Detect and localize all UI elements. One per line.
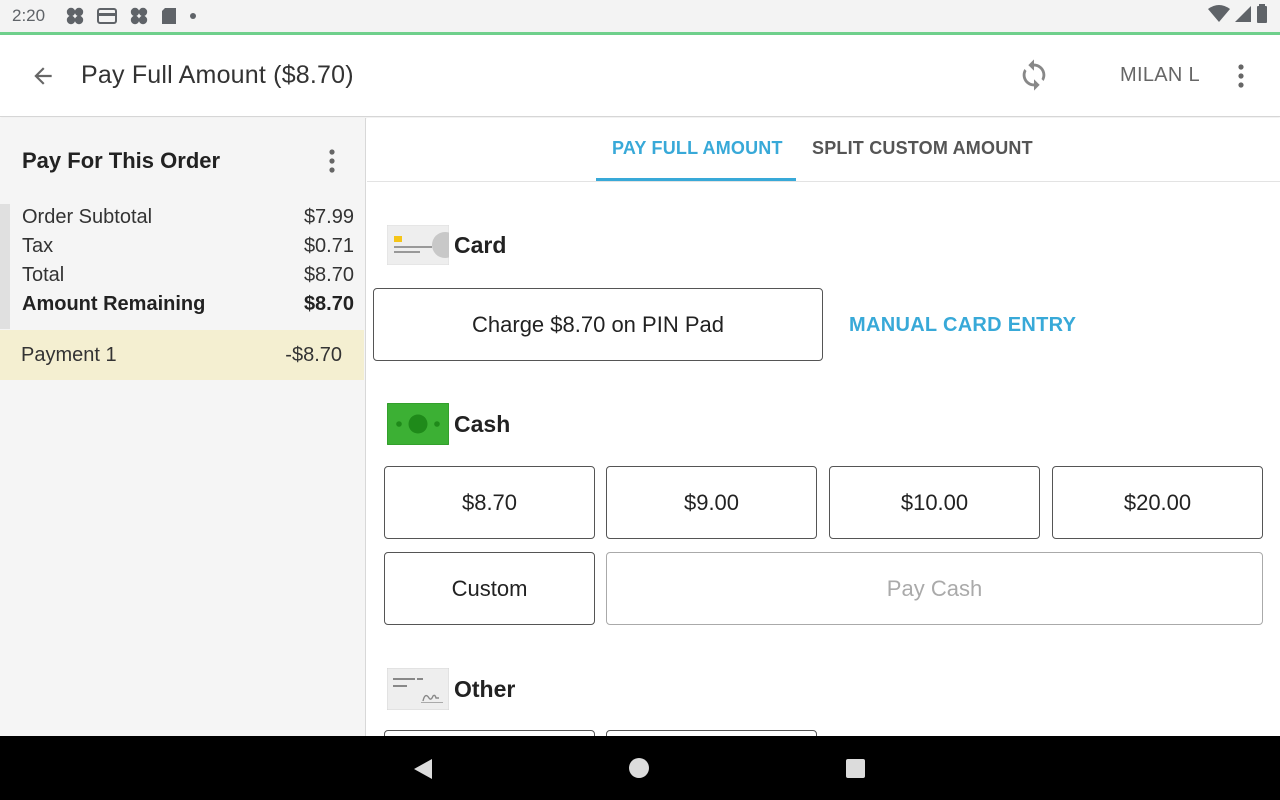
cash-section-header: Cash [387,403,510,445]
payment-methods-panel: PAY FULL AMOUNT SPLIT CUSTOM AMOUNT Card… [367,118,1280,736]
card-icon [97,8,118,24]
check-signature-icon [387,668,449,710]
status-bar: 2:20 [0,0,1280,32]
signal-icon [1234,5,1252,28]
back-arrow-icon[interactable] [24,57,62,95]
cash-amount-button[interactable]: $8.70 [384,466,595,539]
summary-row-remaining: Amount Remaining $8.70 [22,293,354,316]
nav-recents-icon[interactable] [846,759,865,778]
order-summary: Order Subtotal $7.99 Tax $0.71 Total $8.… [0,204,364,329]
cash-amount-button[interactable]: $9.00 [606,466,817,539]
payment-label: Payment 1 [21,343,117,366]
summary-label: Amount Remaining [22,293,206,315]
page-title: Pay Full Amount ($8.70) [81,61,354,89]
summary-row-tax: Tax $0.71 [22,235,354,258]
system-nav-bar [0,736,1280,800]
cash-amount-button[interactable]: $20.00 [1052,466,1263,539]
summary-value: $8.70 [303,293,354,315]
order-summary-panel: Pay For This Order Order Subtotal $7.99 … [0,118,366,736]
other-section-title: Other [454,675,516,702]
summary-row-total: Total $8.70 [22,264,354,287]
other-section-header: Other [387,668,515,710]
tab-pay-full-amount[interactable]: PAY FULL AMOUNT [612,138,783,159]
card-section-title: Card [454,231,507,258]
nav-home-icon[interactable] [629,758,649,778]
cash-section-title: Cash [454,410,511,437]
nav-back-icon[interactable] [413,758,433,785]
summary-label: Order Subtotal [22,206,153,228]
card-section-header: Card [387,224,506,266]
charge-pin-pad-button[interactable]: Charge $8.70 on PIN Pad [373,288,823,361]
card-swipe-icon [387,224,449,266]
battery-icon [1256,3,1268,29]
summary-value: $7.99 [303,206,354,228]
more-vert-icon[interactable] [318,146,346,176]
user-name[interactable]: MILAN L [1120,64,1200,87]
cash-amount-button[interactable]: $10.00 [829,466,1040,539]
clover-icon [65,6,85,26]
payment-row[interactable]: Payment 1 -$8.70 [0,330,364,380]
clover-icon [129,6,149,26]
sd-card-icon [161,7,177,25]
payment-tabs: PAY FULL AMOUNT SPLIT CUSTOM AMOUNT [367,118,1280,182]
summary-value: $8.70 [303,264,354,286]
tab-split-custom-amount[interactable]: SPLIT CUSTOM AMOUNT [812,138,1033,159]
manual-card-entry-button[interactable]: MANUAL CARD ENTRY [849,314,1076,337]
summary-row-subtotal: Order Subtotal $7.99 [22,206,354,229]
dot-icon [189,12,197,20]
summary-label: Total [22,264,65,286]
payment-value: -$8.70 [285,343,342,366]
pay-cash-button[interactable]: Pay Cash [606,552,1263,625]
status-time: 2:20 [12,6,46,25]
wifi-icon [1208,4,1230,28]
status-right-icons [1208,3,1268,29]
more-vert-icon[interactable] [1226,57,1256,95]
cash-bill-icon [387,403,449,445]
order-panel-title: Pay For This Order [22,148,221,173]
custom-cash-button[interactable]: Custom [384,552,595,625]
refresh-icon[interactable] [1012,53,1056,97]
active-tab-indicator [596,178,796,181]
app-bar: Pay Full Amount ($8.70) MILAN L [0,35,1280,117]
summary-value: $0.71 [303,235,354,257]
summary-label: Tax [22,235,54,257]
